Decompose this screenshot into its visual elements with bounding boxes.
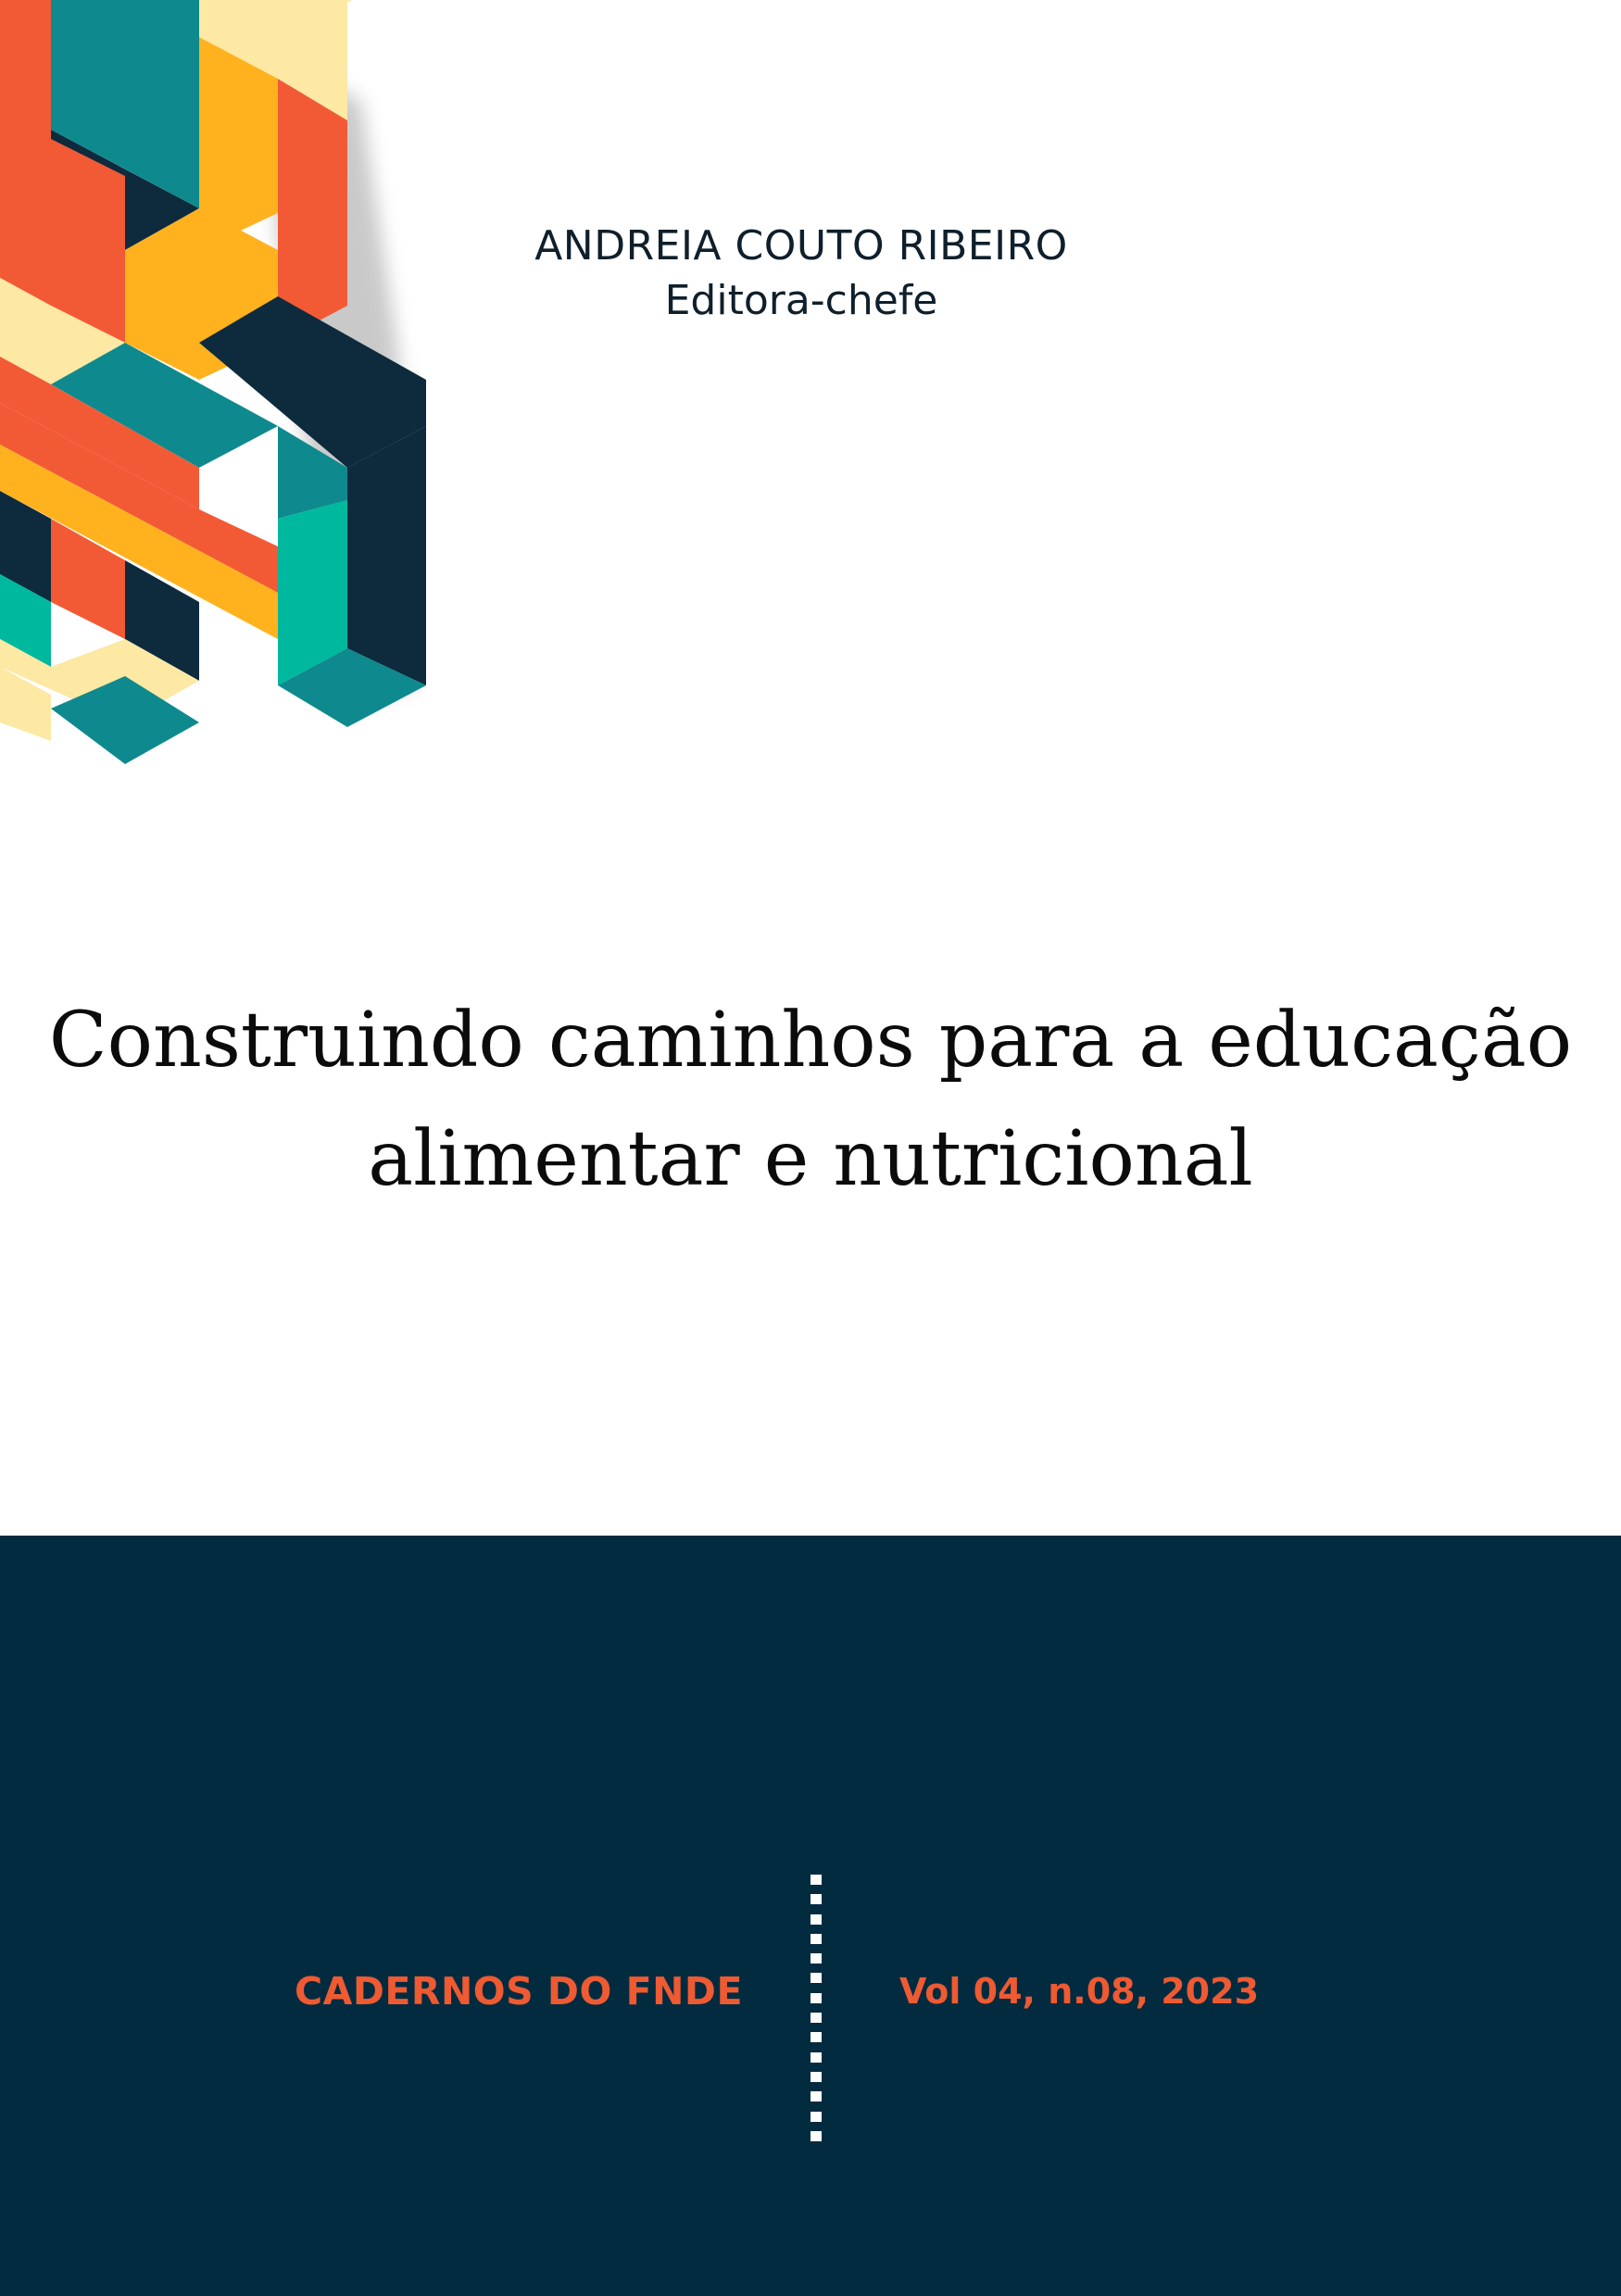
book-title: Construindo caminhos para a educação ali… [28,982,1593,1219]
editor-name: ANDREIA COUTO RIBEIRO [534,222,1068,270]
editor-role: Editora-chefe [664,277,938,324]
book-title-line-1: Construindo caminhos para a educação [48,997,1573,1085]
dotted-divider [810,1875,822,2141]
series-name: CADERNOS DO FNDE [295,1969,743,2014]
book-title-line-2: alimentar e nutricional [368,1115,1253,1203]
volume-info: Vol 04, n.08, 2023 [898,1971,1260,2012]
book-cover: ANDREIA COUTO RIBEIRO Editora-chefe Cons… [0,0,1621,2296]
isometric-block-pattern [0,0,426,764]
editor-credit: ANDREIA COUTO RIBEIRO Editora-chefe [445,220,1158,331]
